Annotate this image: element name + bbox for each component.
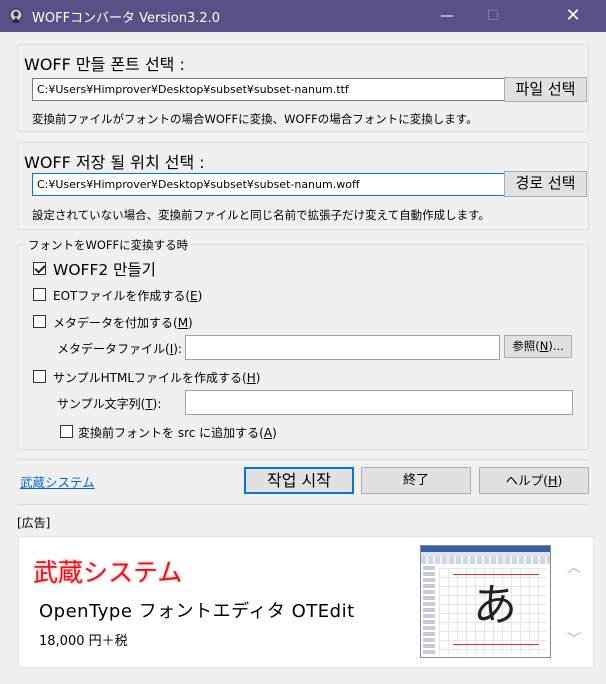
- font-select-group: WOFF 만들 폰트 선택 : C:¥Users¥Himprover¥Deskt…: [17, 44, 589, 132]
- select-path-button[interactable]: 경로 선택: [504, 171, 587, 197]
- maximize-button[interactable]: ☐: [470, 0, 516, 32]
- preview-toolbar: [421, 556, 550, 564]
- preview-glyph: あ: [473, 580, 517, 631]
- font-select-note: 変換前ファイルがフォントの場合WOFFに変換、WOFFの場合フォントに変換します…: [32, 112, 478, 126]
- save-location-note: 設定されていない場合、変換前ファイルと同じ名前で拡張子だけ変えて自動作成します。: [32, 208, 490, 222]
- woff2-label[interactable]: WOFF2 만들기: [53, 258, 156, 280]
- help-button[interactable]: ヘルプ(H): [479, 467, 589, 494]
- minimize-button[interactable]: —: [424, 0, 470, 32]
- close-button[interactable]: ✕: [550, 0, 596, 32]
- scroll-up-icon[interactable]: ︿: [567, 557, 581, 577]
- metadata-file-label: メタデータファイル(I):: [57, 342, 182, 356]
- preview-side-panel: [423, 566, 435, 656]
- title-bar[interactable]: WOFFコンバータ Version3.2.0 — ☐ ✕: [0, 0, 606, 32]
- sample-html-checkbox[interactable]: [33, 370, 46, 383]
- preview-guide-bottom: [453, 644, 539, 645]
- scroll-down-icon[interactable]: ﹀: [567, 629, 581, 649]
- ad-product[interactable]: OpenType フォントエディタ OTEdit: [39, 597, 355, 623]
- sample-text-input[interactable]: [185, 390, 573, 415]
- metadata-label[interactable]: メタデータを付加する(M): [53, 314, 193, 331]
- separator-ad: [17, 504, 589, 505]
- save-location-group: WOFF 저장 될 위치 선택 : C:¥Users¥Himprover¥Des…: [17, 142, 589, 230]
- font-path-input[interactable]: C:¥Users¥Himprover¥Desktop¥subset¥subset…: [32, 78, 518, 101]
- add-src-label[interactable]: 変換前フォントを src に追加する(A): [78, 424, 277, 441]
- metadata-file-input[interactable]: [185, 335, 500, 360]
- woff2-checkbox[interactable]: [33, 262, 46, 275]
- eot-label[interactable]: EOTファイルを作成する(E): [53, 287, 202, 304]
- ad-label: [広告]: [17, 516, 51, 530]
- select-file-button[interactable]: 파일 선택: [504, 77, 587, 102]
- ad-company[interactable]: 武蔵システム: [33, 553, 182, 589]
- add-src-checkbox[interactable]: [60, 425, 73, 438]
- options-legend: フォントをWOFFに変換する時: [26, 237, 191, 253]
- app-icon: [9, 8, 25, 24]
- ad-price: 18,000 円＋税: [39, 634, 128, 649]
- ad-panel[interactable]: 武蔵システム OpenType フォントエディタ OTEdit 18,000 円…: [18, 536, 594, 668]
- separator: [17, 459, 589, 460]
- preview-guide-top: [453, 574, 539, 575]
- sample-text-label: サンプル文字列(T):: [57, 397, 162, 411]
- ad-preview-image[interactable]: あ: [420, 545, 551, 658]
- exit-button[interactable]: 終了: [361, 467, 471, 494]
- eot-checkbox[interactable]: [33, 288, 46, 301]
- save-path-input[interactable]: C:¥Users¥Himprover¥Desktop¥subset¥subset…: [32, 173, 518, 196]
- save-location-title: WOFF 저장 될 위치 선택 :: [24, 153, 205, 172]
- start-button[interactable]: 작업 시작: [244, 467, 354, 494]
- font-select-title: WOFF 만들 폰트 선택 :: [24, 55, 185, 74]
- metadata-browse-button[interactable]: 参照(N)...: [504, 335, 572, 358]
- metadata-checkbox[interactable]: [33, 315, 46, 328]
- musashi-system-link[interactable]: 武蔵システム: [20, 472, 95, 491]
- window-title: WOFFコンバータ Version3.2.0: [32, 11, 221, 26]
- sample-html-label[interactable]: サンプルHTMLファイルを作成する(H): [53, 369, 260, 386]
